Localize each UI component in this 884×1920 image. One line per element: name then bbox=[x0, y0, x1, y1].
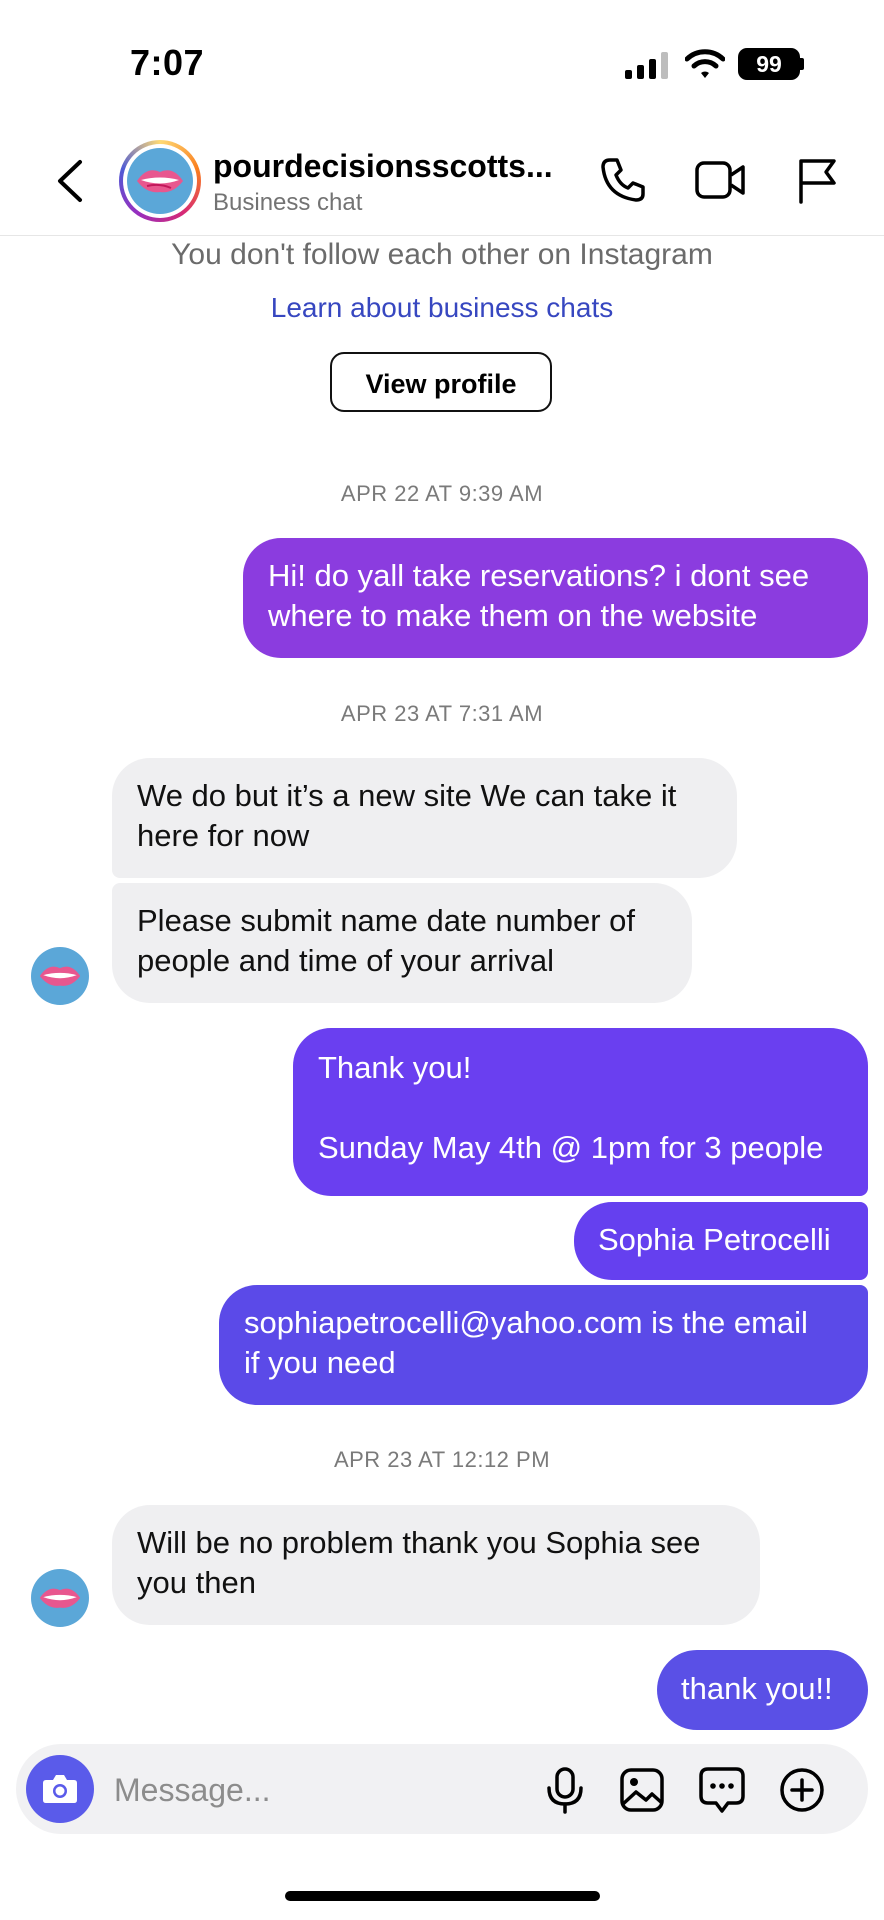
sender-avatar[interactable] bbox=[31, 1569, 89, 1627]
video-icon[interactable] bbox=[694, 157, 746, 203]
message-incoming[interactable]: We do but it’s a new site We can take it… bbox=[112, 758, 737, 878]
message-outgoing[interactable]: Hi! do yall take reservations? i dont se… bbox=[243, 538, 868, 658]
camera-button[interactable] bbox=[26, 1755, 94, 1823]
wifi-icon bbox=[685, 49, 725, 78]
message-incoming[interactable]: Please submit name date number of people… bbox=[112, 883, 692, 1003]
battery-tip bbox=[800, 58, 804, 70]
status-time: 7:07 bbox=[130, 42, 205, 83]
contact-name[interactable]: pourdecisionsscotts... bbox=[213, 148, 553, 185]
sender-avatar[interactable] bbox=[31, 947, 89, 1005]
battery-indicator: 99 bbox=[738, 48, 800, 80]
timestamp: APR 23 AT 7:31 AM bbox=[340, 701, 544, 726]
message-outgoing[interactable]: Sophia Petrocelli bbox=[574, 1202, 868, 1280]
lips-logo-icon bbox=[127, 148, 193, 214]
message-outgoing[interactable]: Thank you! Sunday May 4th @ 1pm for 3 pe… bbox=[293, 1028, 868, 1196]
message-input[interactable] bbox=[112, 1766, 516, 1814]
message-incoming[interactable]: Will be no problem thank you Sophia see … bbox=[112, 1505, 760, 1625]
contact-avatar[interactable] bbox=[119, 140, 201, 222]
header-divider bbox=[0, 235, 884, 236]
flag-icon[interactable] bbox=[796, 156, 840, 206]
gallery-icon[interactable] bbox=[618, 1766, 666, 1814]
plus-icon[interactable] bbox=[778, 1766, 826, 1814]
signal-icon bbox=[625, 52, 671, 79]
sticker-icon[interactable] bbox=[698, 1765, 746, 1815]
message-outgoing[interactable]: thank you!! bbox=[657, 1650, 868, 1730]
timestamp: APR 22 AT 9:39 AM bbox=[340, 481, 544, 506]
microphone-icon[interactable] bbox=[543, 1766, 587, 1814]
follow-note: You don't follow each other on Instagram bbox=[171, 238, 713, 271]
back-icon[interactable] bbox=[52, 158, 88, 204]
contact-subtitle: Business chat bbox=[213, 189, 363, 216]
message-outgoing[interactable]: sophiapetrocelli@yahoo.com is the email … bbox=[219, 1285, 868, 1405]
timestamp: APR 23 AT 12:12 PM bbox=[333, 1447, 551, 1472]
phone-icon[interactable] bbox=[598, 155, 648, 205]
home-indicator[interactable] bbox=[285, 1891, 600, 1901]
learn-business-chats-link[interactable]: Learn about business chats bbox=[0, 292, 884, 324]
view-profile-button[interactable]: View profile bbox=[330, 352, 552, 412]
camera-icon bbox=[43, 1775, 77, 1803]
